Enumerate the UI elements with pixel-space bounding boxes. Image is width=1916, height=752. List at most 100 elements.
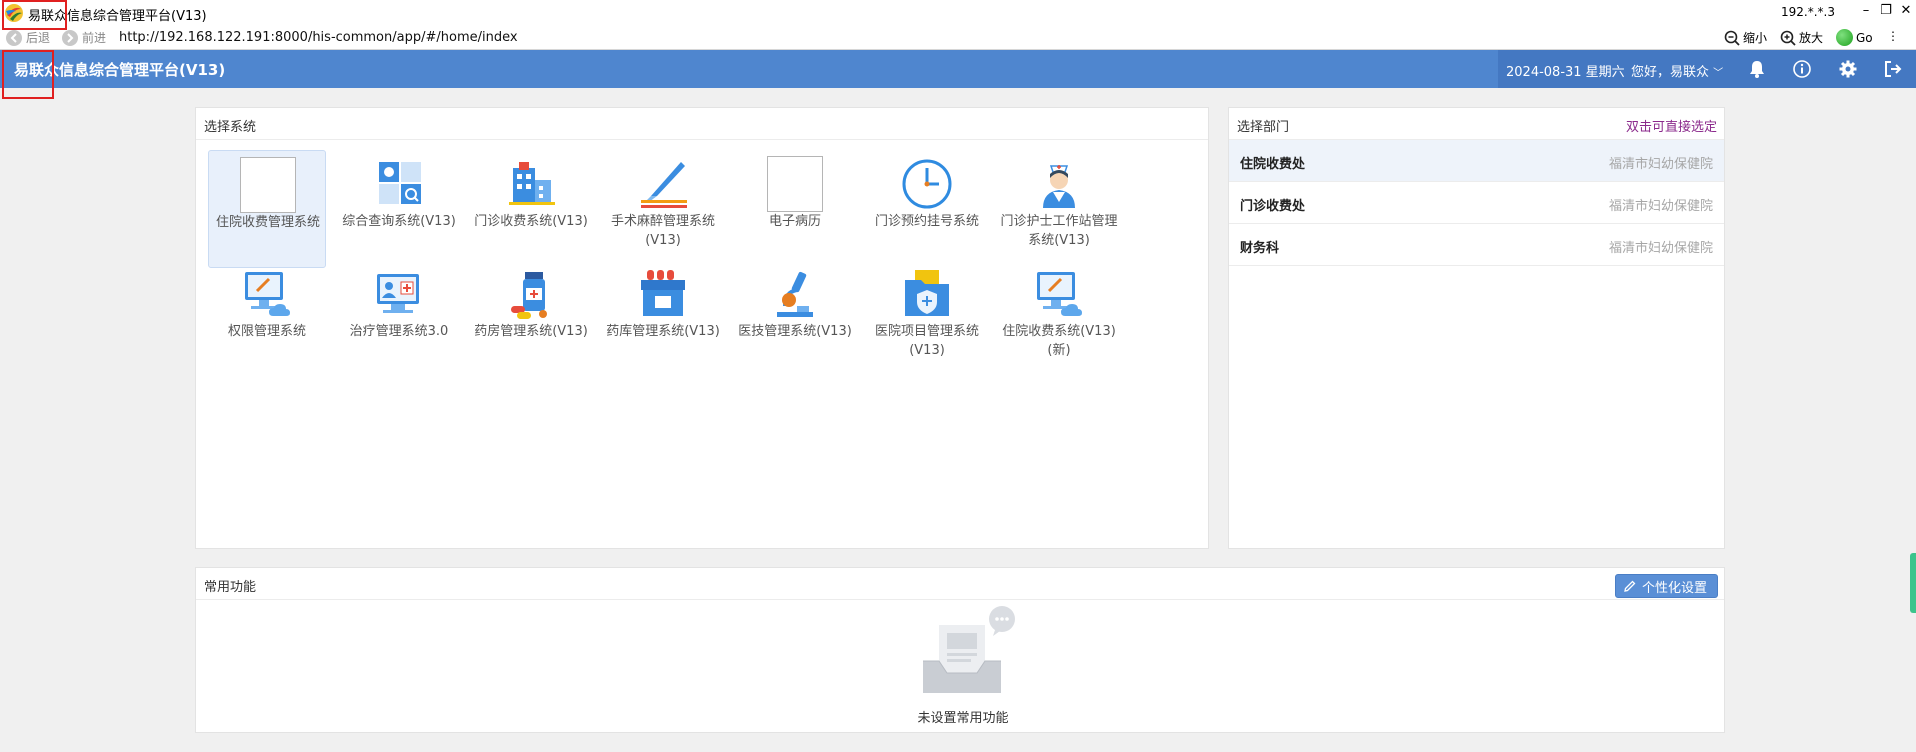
system-tile[interactable]: 门诊收费系统(V13) xyxy=(472,150,590,268)
gear-icon[interactable] xyxy=(1838,59,1858,79)
pill-bottle-icon xyxy=(511,272,547,319)
back-arrow-icon xyxy=(6,29,22,46)
department-panel-header: 选择部门 双击可直接选定 xyxy=(1229,108,1724,140)
forward-arrow-icon xyxy=(62,29,78,46)
forward-button[interactable]: 前进 xyxy=(62,29,106,46)
department-org: 福清市妇幼保健院 xyxy=(1608,199,1713,214)
system-tile[interactable]: 治疗管理系统3.0 xyxy=(340,260,458,378)
folder-shield-icon xyxy=(905,270,949,316)
highlight-box xyxy=(2,0,67,30)
system-tile[interactable]: 门诊护士工作站管理系统(V13) xyxy=(1000,150,1118,268)
pencil-icon xyxy=(1624,580,1636,592)
system-label: 权限管理系统 xyxy=(227,324,306,339)
system-label: 电子病历 xyxy=(768,214,821,229)
scalpel-icon xyxy=(641,162,687,208)
system-label: 住院收费系统(V13)(新) xyxy=(1002,324,1116,358)
more-menu-icon[interactable]: ⋮ xyxy=(1887,29,1899,43)
back-button[interactable]: 后退 xyxy=(6,29,50,46)
system-tile[interactable]: 医技管理系统(V13) xyxy=(736,260,854,378)
system-tile[interactable]: 门诊预约挂号系统 xyxy=(868,150,986,268)
address-bar: 后退 前进 http://192.168.122.191:8000/his-co… xyxy=(0,26,1916,50)
system-tile[interactable]: 住院收费系统(V13)(新) xyxy=(1000,260,1118,378)
url-field[interactable]: http://192.168.122.191:8000/his-common/a… xyxy=(119,30,518,45)
window-titlebar: 易联众信息综合管理平台(V13) 192.*.*.3 – ❐ ✕ xyxy=(0,0,1916,26)
system-label: 门诊护士工作站管理系统(V13) xyxy=(1000,214,1118,248)
chevron-down-icon: ﹀ xyxy=(1713,68,1724,79)
greeting-text: 您好，易联众 xyxy=(1631,65,1710,80)
system-label: 手术麻醉管理系统(V13) xyxy=(610,214,715,248)
department-panel: 选择部门 双击可直接选定 住院收费处 福清市妇幼保健院 门诊收费处 福清市妇幼保… xyxy=(1228,107,1725,549)
system-tile[interactable]: 综合查询系统(V13) xyxy=(340,150,458,268)
broken-image-icon xyxy=(767,156,823,212)
info-icon[interactable] xyxy=(1792,59,1812,79)
department-name: 住院收费处 xyxy=(1240,157,1306,172)
user-menu[interactable]: 您好，易联众 ﹀ xyxy=(1631,61,1723,80)
close-button[interactable]: ✕ xyxy=(1896,2,1916,20)
back-label: 后退 xyxy=(26,31,51,45)
system-tile[interactable]: 住院收费管理系统 xyxy=(208,150,326,268)
system-tile[interactable]: 药房管理系统(V13) xyxy=(472,260,590,378)
systems-panel: 选择系统 住院收费管理系统 综合查询系统(V13) 门诊收费系统(V13) 手术… xyxy=(195,107,1209,549)
system-label: 医技管理系统(V13) xyxy=(738,324,852,339)
medicine-box-icon xyxy=(641,270,685,316)
systems-panel-title: 选择系统 xyxy=(204,120,257,135)
double-click-hint: 双击可直接选定 xyxy=(1625,120,1717,135)
forward-label: 前进 xyxy=(82,31,107,45)
common-functions-header: 常用功能 个性化设置 xyxy=(196,568,1724,600)
system-label: 药房管理系统(V13) xyxy=(474,324,588,339)
go-button[interactable]: Go xyxy=(1836,29,1873,46)
ip-address: 192.*.*.3 xyxy=(1781,5,1835,19)
zoom-in-button[interactable]: 放大 xyxy=(1780,29,1823,46)
current-date: 2024-08-31 星期六 xyxy=(1506,65,1625,80)
department-row[interactable]: 财务科 福清市妇幼保健院 xyxy=(1229,224,1724,266)
medical-card-icon xyxy=(377,274,419,313)
zoom-in-icon xyxy=(1780,30,1796,46)
monitor-cloud-icon xyxy=(1037,272,1082,316)
hospital-building-icon xyxy=(509,162,555,205)
microscope-icon xyxy=(777,271,813,317)
common-functions-title: 常用功能 xyxy=(204,580,257,595)
system-tile[interactable]: 医院项目管理系统(V13) xyxy=(868,260,986,378)
department-row[interactable]: 门诊收费处 福清市妇幼保健院 xyxy=(1229,182,1724,224)
highlight-box xyxy=(2,50,54,99)
monitor-cloud-icon xyxy=(245,272,290,316)
go-icon xyxy=(1836,29,1853,46)
empty-inbox-icon xyxy=(923,606,1015,693)
nurse-icon xyxy=(1043,165,1075,208)
side-scroll-tab[interactable] xyxy=(1910,553,1916,613)
system-tile[interactable]: 药库管理系统(V13) xyxy=(604,260,722,378)
restore-button[interactable]: ❐ xyxy=(1876,2,1896,20)
systems-panel-header: 选择系统 xyxy=(196,108,1208,140)
zoom-in-label: 放大 xyxy=(1799,31,1824,45)
department-name: 财务科 xyxy=(1240,241,1280,256)
broken-image-icon xyxy=(240,157,296,213)
system-label: 医院项目管理系统(V13) xyxy=(874,324,979,358)
minimize-button[interactable]: – xyxy=(1856,2,1876,20)
system-label: 综合查询系统(V13) xyxy=(342,214,456,229)
department-row[interactable]: 住院收费处 福清市妇幼保健院 xyxy=(1229,140,1724,182)
go-label: Go xyxy=(1856,30,1873,45)
logout-icon[interactable] xyxy=(1883,59,1903,79)
department-org: 福清市妇幼保健院 xyxy=(1608,157,1713,172)
system-label: 治疗管理系统3.0 xyxy=(349,324,449,339)
search-panel-icon xyxy=(379,162,421,204)
department-name: 门诊收费处 xyxy=(1240,199,1306,214)
system-label: 门诊预约挂号系统 xyxy=(874,214,979,229)
bell-icon[interactable] xyxy=(1747,59,1767,79)
zoom-out-icon xyxy=(1724,30,1740,46)
system-label: 住院收费管理系统 xyxy=(215,215,320,230)
department-panel-title: 选择部门 xyxy=(1237,120,1290,135)
zoom-out-button[interactable]: 缩小 xyxy=(1724,29,1767,46)
system-tile[interactable]: 权限管理系统 xyxy=(208,260,326,378)
personalize-button[interactable]: 个性化设置 xyxy=(1614,574,1718,598)
system-label: 药库管理系统(V13) xyxy=(606,324,720,339)
zoom-out-label: 缩小 xyxy=(1743,31,1768,45)
personalize-label: 个性化设置 xyxy=(1641,580,1707,596)
clock-icon xyxy=(902,159,952,209)
app-header: 易联众信息综合管理平台(V13) 2024-08-31 星期六 您好，易联众 ﹀ xyxy=(0,50,1916,88)
system-tile[interactable]: 手术麻醉管理系统(V13) xyxy=(604,150,722,268)
empty-state-text: 未设置常用功能 xyxy=(917,711,1009,726)
department-org: 福清市妇幼保健院 xyxy=(1608,241,1713,256)
system-tile[interactable]: 电子病历 xyxy=(736,150,854,268)
system-label: 门诊收费系统(V13) xyxy=(474,214,588,229)
